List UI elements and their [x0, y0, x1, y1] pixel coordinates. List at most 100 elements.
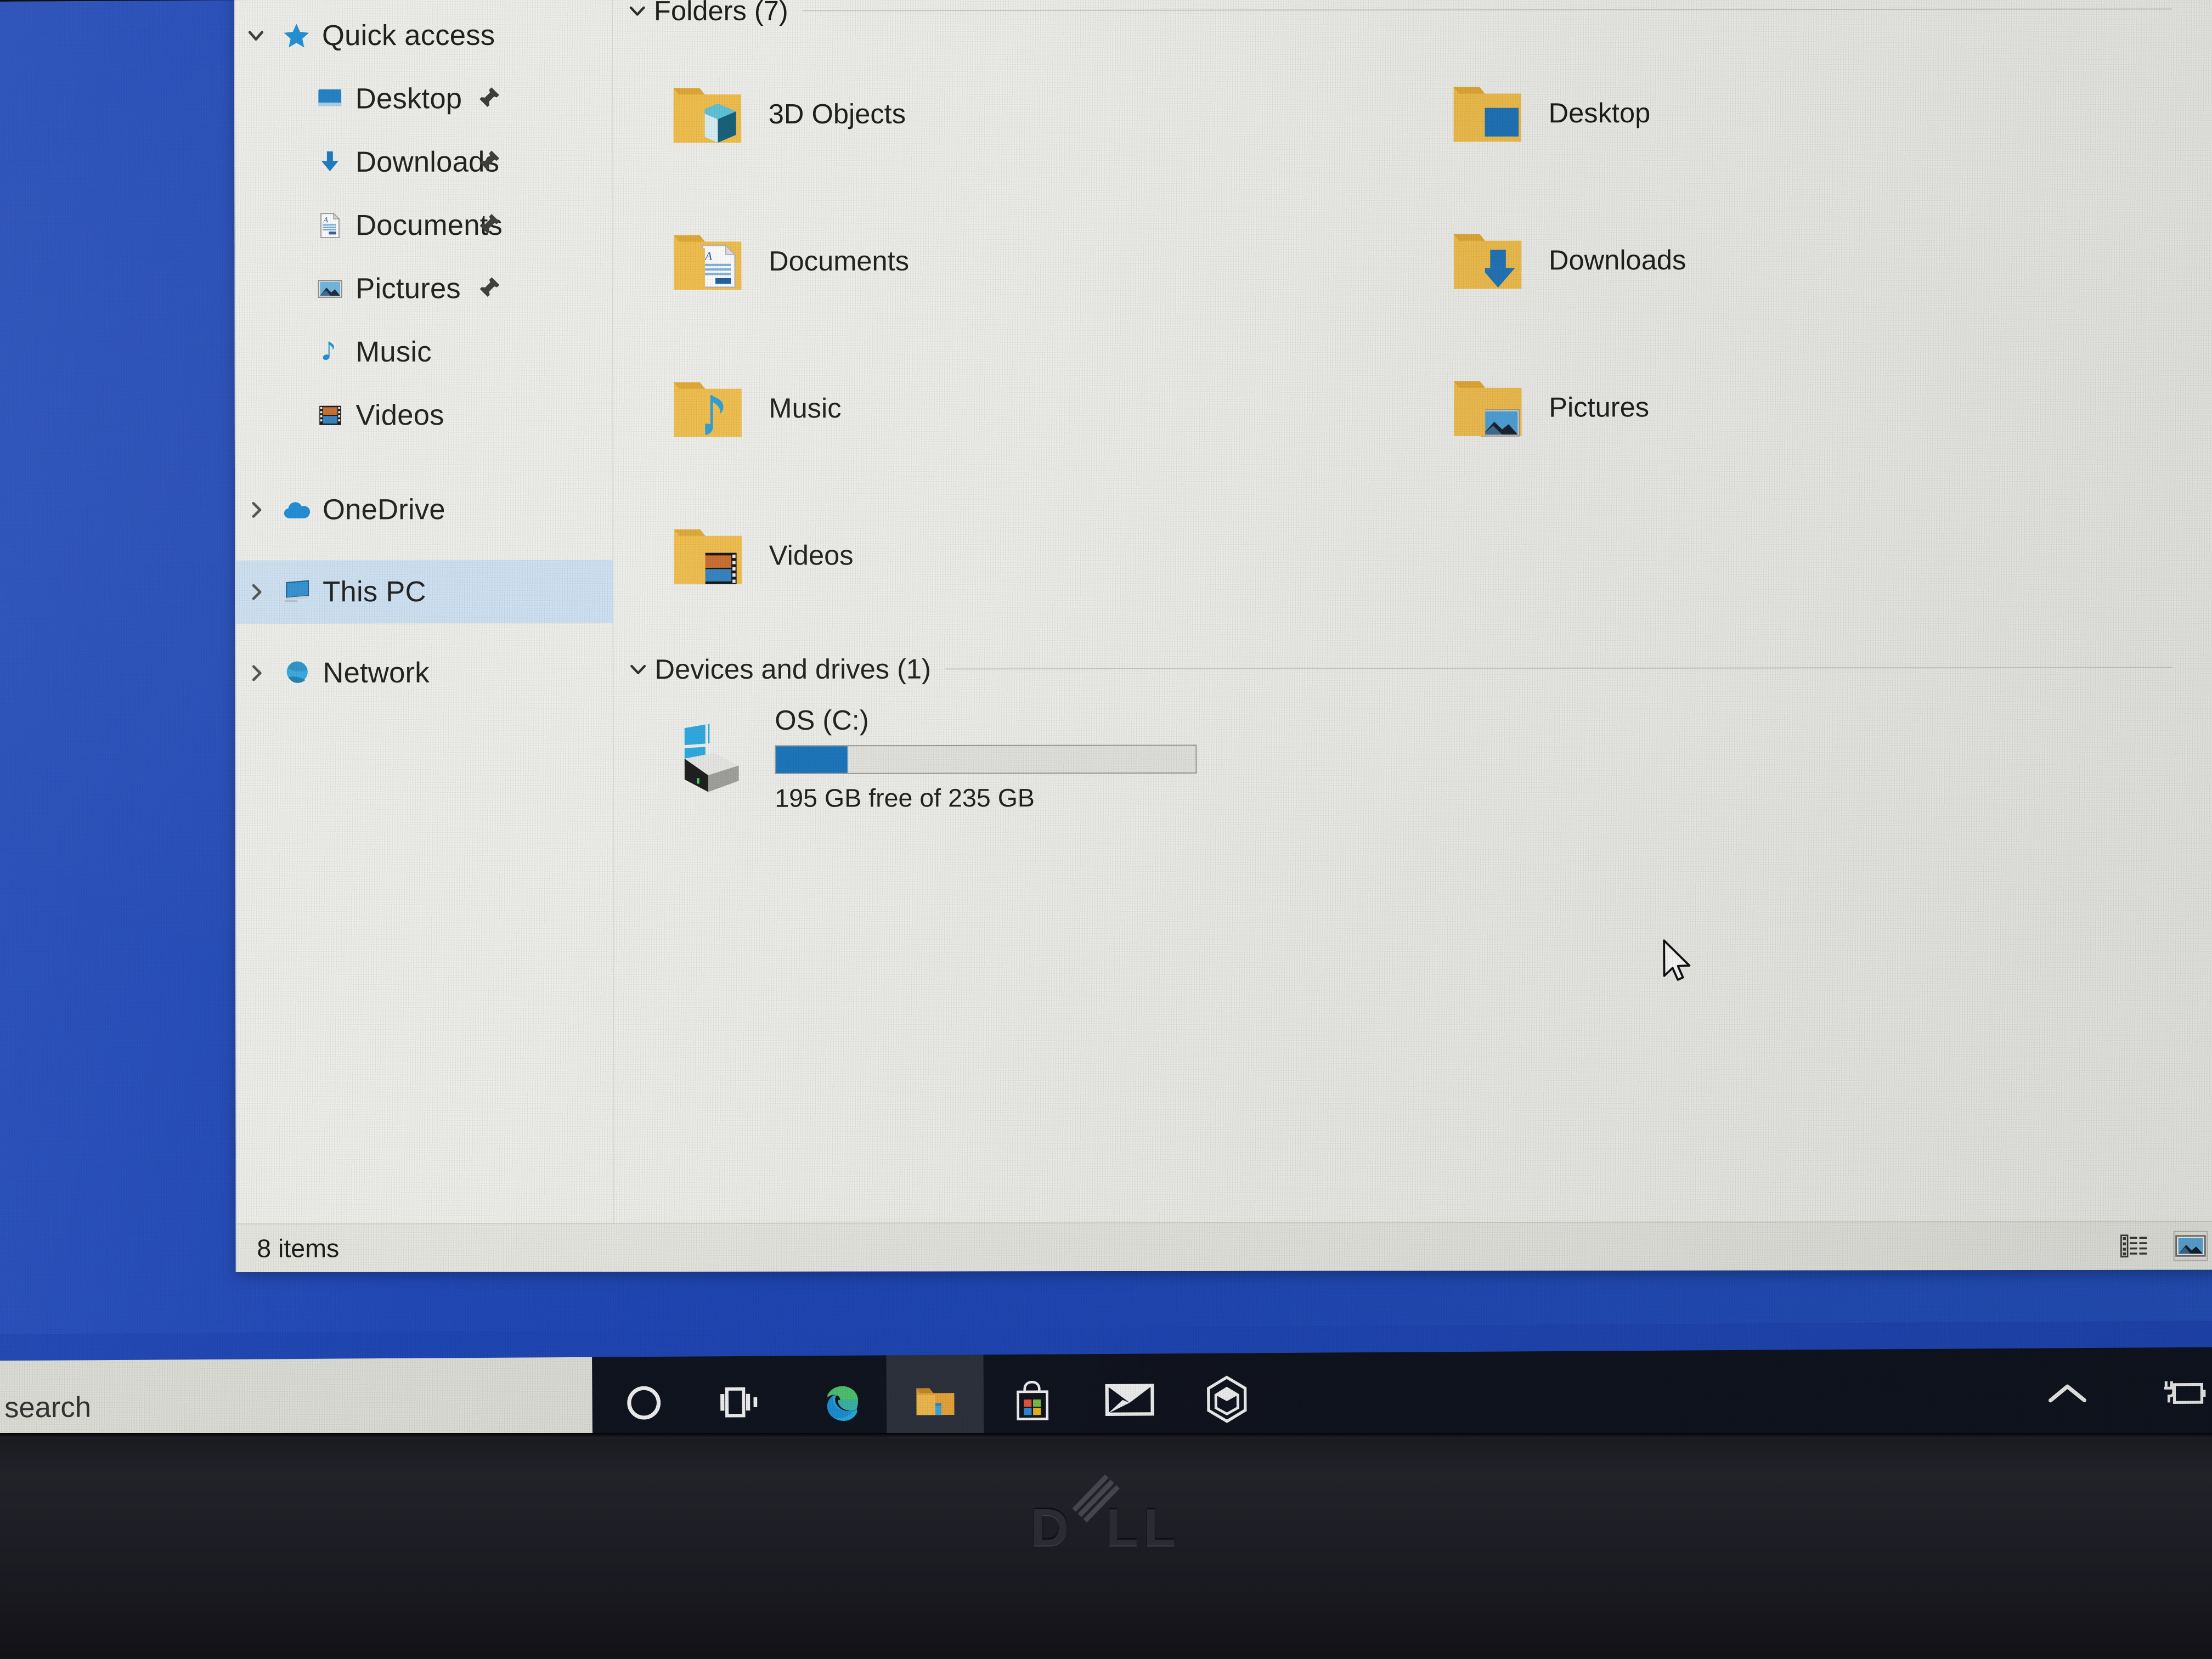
- file-explorer-window: Quick access Desktop Downloads A Documen…: [234, 0, 2212, 1272]
- folder-tile-label: Downloads: [1548, 244, 1686, 276]
- battery-status-button[interactable]: [2159, 1369, 2209, 1420]
- task-view-icon: [719, 1381, 763, 1425]
- large-icons-view-button[interactable]: [2173, 1231, 2208, 1261]
- pin-icon[interactable]: [477, 211, 503, 240]
- chevron-down-icon[interactable]: [235, 25, 276, 47]
- search-placeholder-text: e to search: [0, 1391, 92, 1424]
- folder-videos-icon: [647, 514, 769, 597]
- envelope-icon: [1104, 1379, 1155, 1423]
- film-strip-icon: [310, 401, 350, 430]
- hexagon-cube-icon: [1203, 1374, 1250, 1426]
- laptop-bezel: D LL: [0, 1433, 2212, 1659]
- system-tray: [2042, 1347, 2209, 1443]
- sidebar-item-label: Quick access: [321, 19, 495, 52]
- sidebar-item-videos[interactable]: Videos: [236, 383, 613, 447]
- sidebar-item-label: Videos: [356, 399, 444, 432]
- folder-tile-downloads[interactable]: Downloads: [1426, 185, 2207, 334]
- sidebar-item-documents[interactable]: A Documents: [235, 194, 613, 257]
- document-icon: A: [310, 211, 350, 240]
- folder-pictures-icon: [1427, 365, 1549, 449]
- sidebar-item-onedrive[interactable]: OneDrive: [236, 478, 613, 541]
- folder-tile-music[interactable]: Music: [647, 334, 1427, 482]
- folder-tile-pictures[interactable]: Pictures: [1426, 332, 2207, 481]
- sidebar-item-this-pc[interactable]: This PC: [236, 560, 614, 624]
- chevron-right-icon[interactable]: [236, 499, 277, 521]
- monitor-icon: [277, 577, 317, 607]
- dell-logo: D LL: [1031, 1498, 1182, 1558]
- drive-free-space-text: 195 GB free of 235 GB: [775, 783, 1035, 812]
- dell-logo-d: D: [1030, 1498, 1075, 1557]
- folder-tile-desktop[interactable]: Desktop: [1426, 38, 2207, 187]
- folder-tile-label: Videos: [769, 539, 854, 571]
- folder-tile-videos[interactable]: Videos: [647, 481, 1427, 629]
- pin-icon[interactable]: [477, 148, 503, 177]
- windows-hard-drive-icon: [647, 717, 775, 800]
- drive-usage-bar: [775, 744, 1197, 774]
- cloud-icon: [277, 494, 317, 526]
- svg-text:A: A: [704, 249, 713, 262]
- pin-icon[interactable]: [477, 274, 503, 303]
- circle-icon: [623, 1382, 664, 1426]
- sidebar-item-label: Music: [356, 336, 432, 369]
- folders-group-header[interactable]: Folders (7): [613, 0, 2212, 32]
- navigation-pane: Quick access Desktop Downloads A Documen…: [235, 0, 614, 1223]
- folder-3d-objects-icon: [646, 72, 769, 155]
- folder-tile-3d-objects[interactable]: 3D Objects: [646, 40, 1426, 188]
- sidebar-item-quick-access[interactable]: Quick access: [235, 4, 613, 67]
- folder-desktop-icon: [1426, 71, 1549, 155]
- battery-plug-icon: [2160, 1378, 2207, 1412]
- sidebar-item-desktop[interactable]: Desktop: [235, 67, 613, 131]
- item-count-label: 8 items: [257, 1233, 340, 1263]
- folder-tile-documents[interactable]: A Documents: [646, 187, 1426, 335]
- picture-icon: [310, 274, 350, 303]
- sidebar-item-music[interactable]: Music: [236, 320, 613, 384]
- desktop-icon: [310, 84, 350, 114]
- folder-documents-icon: A: [646, 219, 769, 303]
- folder-tile-label: Documents: [769, 245, 910, 276]
- chevron-right-icon[interactable]: [236, 582, 277, 603]
- sidebar-item-label: Pictures: [356, 272, 461, 305]
- dell-logo-ll: LL: [1106, 1498, 1182, 1557]
- folder-tile-label: 3D Objects: [768, 98, 906, 129]
- mouse-cursor: [1662, 938, 1697, 989]
- pin-icon[interactable]: [476, 84, 502, 113]
- show-hidden-icons-button[interactable]: [2042, 1370, 2093, 1420]
- group-title: Folders (7): [654, 0, 788, 27]
- sidebar-item-network[interactable]: Network: [236, 641, 613, 704]
- sidebar-item-label: This PC: [323, 575, 426, 608]
- status-bar: 8 items: [236, 1221, 2212, 1272]
- folder-tile-label: Desktop: [1548, 97, 1651, 128]
- edge-icon: [814, 1378, 862, 1429]
- dell-logo-slash-icon: [1071, 1509, 1109, 1547]
- chevron-down-icon[interactable]: [626, 658, 651, 681]
- devices-group-header[interactable]: Devices and drives (1): [614, 646, 2212, 691]
- chevron-down-icon[interactable]: [625, 0, 650, 22]
- drive-tile-os-c[interactable]: OS (C:) 195 GB free of 235 GB: [614, 689, 2212, 813]
- sidebar-item-label: Network: [323, 657, 430, 690]
- folder-icon: [911, 1377, 960, 1428]
- details-view-button[interactable]: [2118, 1232, 2150, 1260]
- sidebar-item-downloads[interactable]: Downloads: [235, 130, 613, 194]
- folder-tile-label: Pictures: [1549, 391, 1650, 423]
- drive-name: OS (C:): [775, 704, 869, 736]
- group-title: Devices and drives (1): [654, 653, 931, 685]
- chevron-right-icon[interactable]: [236, 663, 277, 684]
- folder-downloads-icon: [1426, 218, 1549, 302]
- sidebar-item-pictures[interactable]: Pictures: [236, 257, 613, 320]
- folder-music-icon: [647, 366, 769, 450]
- store-bag-icon: [1010, 1377, 1055, 1427]
- group-rule: [945, 667, 2173, 670]
- laptop-screen: Quick access Desktop Downloads A Documen…: [0, 0, 2212, 1455]
- chevron-up-icon: [2047, 1379, 2087, 1411]
- network-globe-icon: [277, 658, 317, 688]
- music-note-icon: [310, 338, 350, 367]
- folder-tile-label: Music: [769, 392, 842, 424]
- group-rule: [802, 8, 2172, 12]
- svg-text:A: A: [323, 216, 328, 224]
- sidebar-item-label: Desktop: [355, 82, 462, 115]
- content-pane[interactable]: Folders (7) 3D Objects Desktop A Documen…: [613, 0, 2212, 1223]
- star-icon: [276, 21, 317, 51]
- view-mode-buttons: [2118, 1231, 2208, 1261]
- drive-usage-fill: [776, 746, 848, 773]
- download-arrow-icon: [310, 148, 350, 177]
